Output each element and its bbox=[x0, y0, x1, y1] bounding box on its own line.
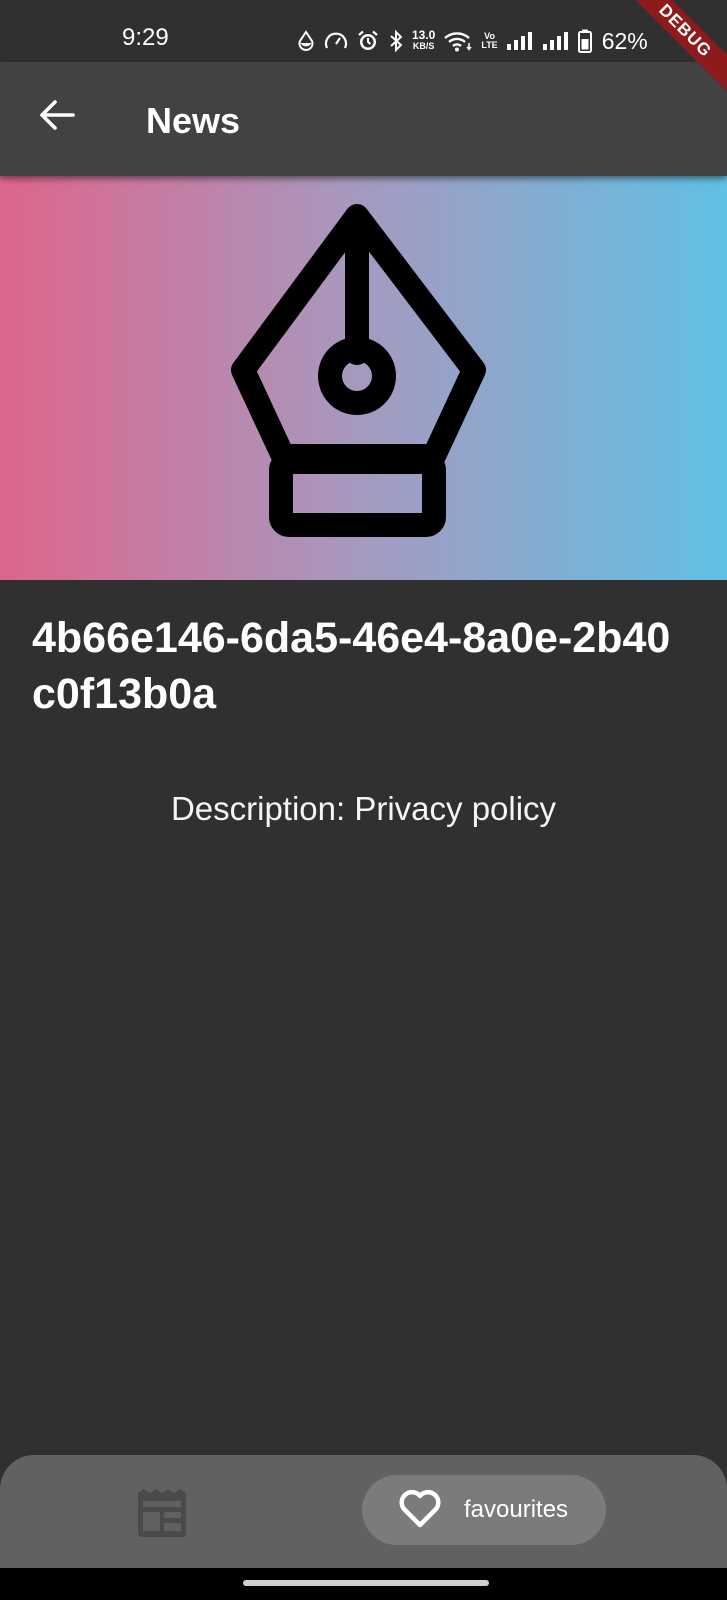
pen-nib-icon bbox=[231, 204, 486, 537]
status-icons: 13.0 KB/S Vo LTE 62% bbox=[296, 26, 648, 56]
signal-icon bbox=[506, 31, 534, 51]
data-saver-icon bbox=[296, 30, 316, 52]
status-bar: 9:29 13.0 KB/S Vo LTE 62% bbox=[0, 0, 727, 62]
newspaper-icon bbox=[134, 1489, 190, 1543]
nav-item-news[interactable] bbox=[134, 1487, 190, 1539]
back-button[interactable] bbox=[32, 92, 82, 142]
arrow-back-icon bbox=[39, 99, 75, 136]
bottom-navigation: favourites bbox=[0, 1455, 727, 1568]
net-speed: 13.0 KB/S bbox=[412, 28, 436, 52]
net-speed-value: 13.0 bbox=[412, 28, 436, 42]
page-title: News bbox=[146, 100, 241, 141]
article-title: 4b66e146-6da5-46e4-8a0e-2b40c0f13b0a bbox=[32, 614, 671, 718]
nav-favourites-label: favourites bbox=[464, 1496, 569, 1523]
home-indicator[interactable] bbox=[243, 1580, 489, 1586]
speedometer-icon bbox=[324, 30, 348, 52]
battery-percent: 62% bbox=[601, 27, 648, 54]
app-bar: News bbox=[0, 62, 727, 176]
alarm-icon bbox=[356, 29, 380, 53]
system-gesture-bar bbox=[0, 1568, 727, 1600]
battery-icon bbox=[577, 29, 592, 53]
article-description: Description: Privacy policy bbox=[170, 790, 557, 827]
bluetooth-icon bbox=[388, 29, 404, 53]
hero-banner bbox=[0, 176, 727, 580]
volte-bottom: LTE bbox=[481, 40, 498, 50]
status-time: 9:29 bbox=[122, 24, 169, 51]
wifi-icon bbox=[443, 30, 473, 52]
nav-item-favourites[interactable]: favourites bbox=[362, 1475, 606, 1545]
signal-icon bbox=[542, 31, 570, 51]
volte-icon: Vo LTE bbox=[481, 32, 497, 50]
heart-icon bbox=[398, 1488, 442, 1533]
net-speed-unit: KB/S bbox=[412, 41, 435, 51]
